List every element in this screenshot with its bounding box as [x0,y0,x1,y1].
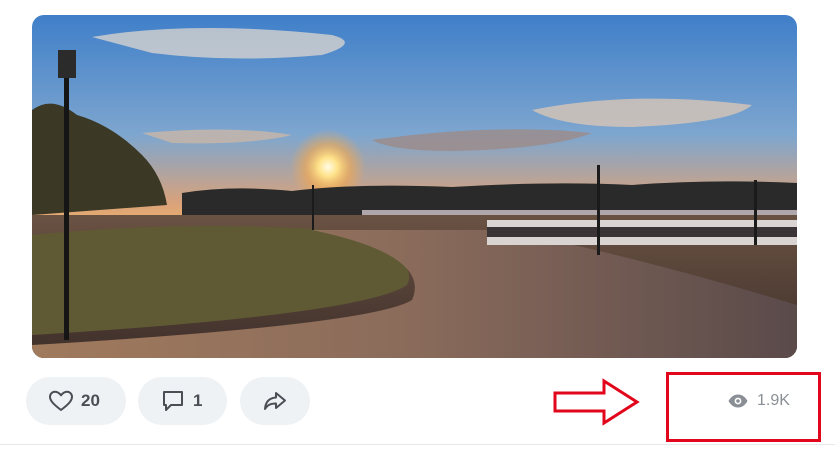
post-photo[interactable] [32,15,797,358]
like-count: 20 [81,391,100,410]
comment-icon [163,391,183,411]
post-card: 20 1 1.9K [0,0,835,461]
comment-button[interactable]: 1 [138,377,227,425]
share-button[interactable] [240,377,310,425]
views-count: 1.9K [757,392,790,409]
share-arrow-icon [264,392,286,410]
heart-icon [49,390,73,411]
divider [0,444,835,445]
eye-icon [728,394,748,408]
comment-count: 1 [193,391,203,410]
like-button[interactable]: 20 [26,377,126,425]
annotation-arrow-icon [553,378,640,426]
views-counter: 1.9K [727,390,790,412]
